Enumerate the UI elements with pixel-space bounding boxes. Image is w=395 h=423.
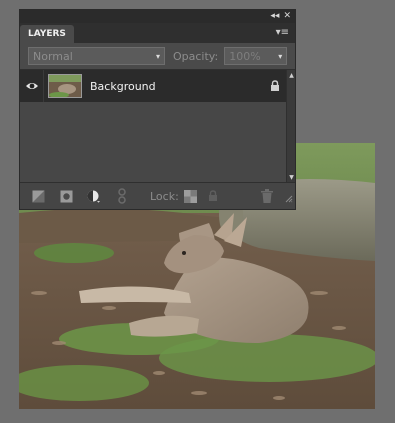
panel-title-bar[interactable]: ◂◂ ✕ [20, 10, 295, 23]
opacity-label: Opacity: [173, 49, 219, 63]
lock-label: Lock: [150, 189, 179, 203]
chevron-down-icon: ▾ [278, 51, 283, 61]
trash-icon[interactable] [261, 188, 273, 207]
layers-scrollbar[interactable]: ▲ ▼ [286, 70, 295, 183]
new-layer-icon[interactable] [30, 188, 46, 204]
layer-controls: Normal ▾ Opacity: 100% ▾ [20, 43, 295, 69]
adjustment-layer-icon[interactable] [86, 188, 102, 204]
layers-panel: ◂◂ ✕ LAYERS ▾≡ Normal ▾ Opacity: 100% ▾ [19, 9, 296, 210]
lock-all-icon[interactable] [205, 188, 221, 204]
visibility-toggle[interactable] [20, 70, 44, 102]
opacity-value: 100% [229, 49, 261, 63]
close-panel-button[interactable]: ✕ [283, 12, 291, 21]
scroll-down-icon[interactable]: ▼ [288, 173, 295, 182]
layer-row-background[interactable]: Background [20, 70, 288, 102]
blend-mode-value: Normal [33, 49, 73, 63]
link-icon[interactable] [114, 188, 130, 204]
layer-mask-icon[interactable] [58, 188, 74, 204]
layer-thumbnail [48, 74, 82, 98]
chevron-down-icon: ▾ [155, 51, 160, 61]
layer-name: Background [90, 79, 156, 93]
blend-mode-dropdown[interactable]: Normal ▾ [28, 47, 165, 65]
lock-transparency-icon[interactable] [183, 188, 199, 204]
lock-icon [271, 80, 279, 91]
collapse-panel-button[interactable]: ◂◂ [270, 12, 279, 21]
panel-menu-button[interactable]: ▾≡ [276, 28, 289, 38]
resize-grip-icon[interactable] [285, 188, 293, 207]
eye-icon [25, 83, 38, 89]
scroll-up-icon[interactable]: ▲ [288, 71, 295, 80]
panel-tab-row: LAYERS ▾≡ [20, 23, 295, 43]
panel-bottom-bar: Lock: [20, 182, 295, 209]
opacity-field[interactable]: 100% ▾ [224, 47, 288, 65]
layers-list: Background ▲ ▼ [20, 69, 295, 183]
tab-layers[interactable]: LAYERS [20, 25, 74, 43]
